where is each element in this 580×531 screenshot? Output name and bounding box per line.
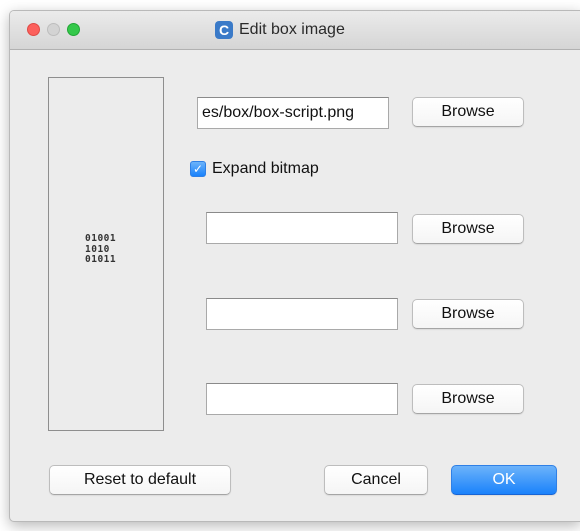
close-window-button[interactable] (27, 23, 40, 36)
minimize-window-button[interactable] (47, 23, 60, 36)
expand-bitmap-label[interactable]: Expand bitmap (212, 160, 319, 178)
image-path-field[interactable] (197, 97, 389, 129)
title-bar[interactable]: C Edit box image (10, 11, 580, 50)
browse-bitmap-button-1[interactable]: Browse (412, 214, 524, 244)
bitmap-path-field-1[interactable] (206, 212, 398, 244)
browse-bitmap-button-3[interactable]: Browse (412, 384, 524, 414)
image-preview: 01001 1010 01011 (48, 77, 164, 431)
expand-bitmap-checkbox[interactable]: ✓ (190, 161, 206, 177)
zoom-window-button[interactable] (67, 23, 80, 36)
bitmap-path-field-3[interactable] (206, 383, 398, 415)
window-title: C Edit box image (215, 20, 345, 40)
reset-to-default-button[interactable]: Reset to default (49, 465, 231, 495)
binary-file-icon: 01001 1010 01011 (85, 233, 117, 266)
bitmap-path-field-2[interactable] (206, 298, 398, 330)
edit-box-image-dialog: C Edit box image 01001 1010 01011 Browse… (9, 10, 580, 522)
window-title-text: Edit box image (239, 21, 345, 38)
browse-image-button[interactable]: Browse (412, 97, 524, 127)
binary-icon-line: 01011 (85, 254, 117, 265)
browse-bitmap-button-2[interactable]: Browse (412, 299, 524, 329)
binary-icon-line: 01001 (85, 233, 117, 244)
expand-bitmap-option[interactable]: ✓ Expand bitmap (190, 160, 319, 178)
ok-button[interactable]: OK (451, 465, 557, 495)
cancel-button[interactable]: Cancel (324, 465, 428, 495)
app-icon: C (215, 21, 233, 39)
